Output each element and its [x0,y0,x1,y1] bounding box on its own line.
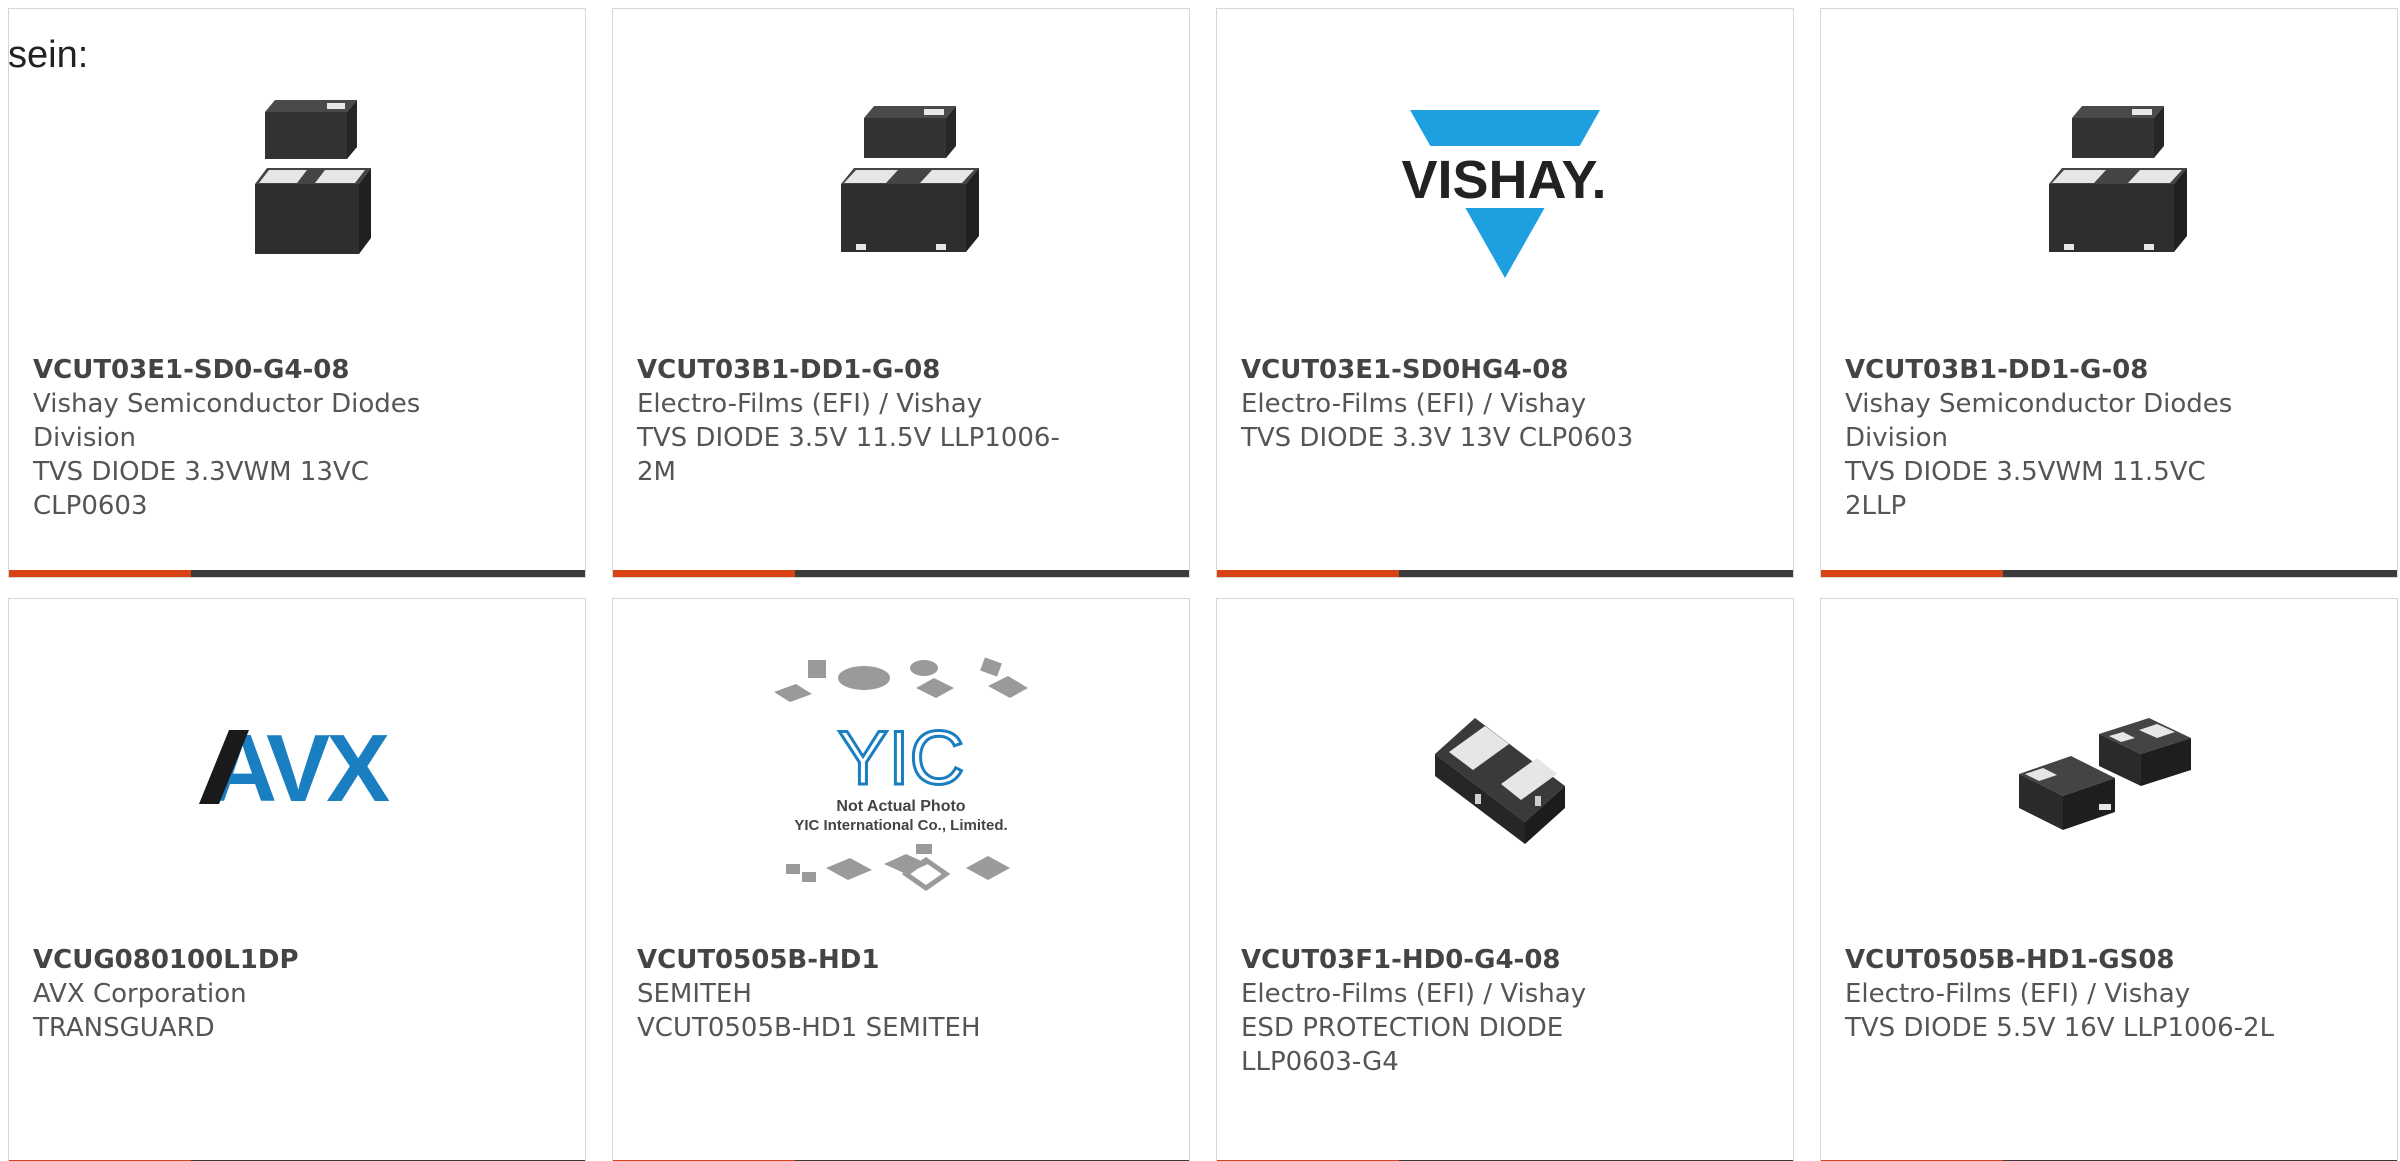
card-accent-bar [9,570,585,577]
product-info: VCUT03B1-DD1-G-08 Vishay Semiconductor D… [1845,353,2275,523]
part-number[interactable]: VCUT0505B-HD1-GS08 [1845,943,2275,977]
product-info: VCUT03F1-HD0-G4-08 Electro-Films (EFI) /… [1241,943,1671,1079]
product-description: TVS DIODE 3.5VWM 11.5VC 2LLP [1845,457,2206,521]
product-card[interactable]: VCUT0505B-HD1-GS08 Electro-Films (EFI) /… [1820,598,2398,1161]
part-number[interactable]: VCUT0505B-HD1 [637,943,1067,977]
product-description: TVS DIODE 3.3VWM 13VC CLP0603 [33,457,369,521]
product-grid-page: sein: VCUT03E1-SD0-G4-08 Vishay Semicond… [0,0,2400,1161]
product-description: TRANSGUARD [33,1013,215,1043]
product-card[interactable]: VCUT03B1-DD1-G-08 Vishay Semiconductor D… [1820,8,2398,578]
manufacturer: Vishay Semiconductor Diodes Division [33,389,421,453]
product-description: TVS DIODE 3.5V 11.5V LLP1006-2M [637,423,1060,487]
product-card[interactable]: VCUT03B1-DD1-G-08 Electro-Films (EFI) / … [612,8,1190,578]
product-image [9,69,585,299]
yic-placeholder-icon: YIC Not Actual Photo YIC International C… [774,657,1028,892]
manufacturer: Electro-Films (EFI) / Vishay [1241,389,1587,419]
manufacturer: Electro-Films (EFI) / Vishay [1845,979,2191,1009]
product-description: ESD PROTECTION DIODE LLP0603-G4 [1241,1013,1564,1077]
dual-chip-icon [841,106,979,252]
card-accent-bar [1821,570,2397,577]
vishay-logo: VISHAY. [1400,110,1610,278]
part-number[interactable]: VCUT03E1-SD0HG4-08 [1241,353,1671,387]
product-image [1821,69,2397,299]
product-card[interactable]: VCUT03E1-SD0-G4-08 Vishay Semiconductor … [8,8,586,578]
manufacturer: Electro-Films (EFI) / Vishay [1241,979,1587,1009]
product-info: VCUT03E1-SD0-G4-08 Vishay Semiconductor … [33,353,463,523]
dual-chip-icon [255,100,371,254]
manufacturer: AVX Corporation [33,979,247,1009]
svg-text:YIC International Co., Limited: YIC International Co., Limited. [794,817,1007,834]
two-chips-icon [2019,718,2191,830]
product-info: VCUT0505B-HD1-GS08 Electro-Films (EFI) /… [1845,943,2275,1045]
manufacturer: SEMITEH [637,979,752,1009]
part-number[interactable]: VCUT03B1-DD1-G-08 [1845,353,2275,387]
dual-chip-icon [2049,106,2187,252]
product-image: VISHAY. [1217,69,1793,299]
part-number[interactable]: VCUT03F1-HD0-G4-08 [1241,943,1671,977]
card-accent-bar [613,570,1189,577]
part-number[interactable]: VCUT03B1-DD1-G-08 [637,353,1067,387]
svg-text:YIC: YIC [838,716,965,801]
intro-text: sein: [8,34,89,76]
product-image [1217,659,1793,889]
product-image: YIC Not Actual Photo YIC International C… [613,657,1189,892]
product-info: VCUG080100L1DP AVX Corporation TRANSGUAR… [33,943,463,1045]
part-number[interactable]: VCUT03E1-SD0-G4-08 [33,353,463,387]
product-description: VCUT0505B-HD1 SEMITEH [637,1013,981,1043]
product-card[interactable]: VISHAY. VCUT03E1-SD0HG4-08 Electro-Films… [1216,8,1794,578]
product-image [1821,659,2397,889]
svg-text:VISHAY.: VISHAY. [1401,150,1606,210]
svg-text:Not Actual Photo: Not Actual Photo [836,798,965,815]
product-info: VCUT03E1-SD0HG4-08 Electro-Films (EFI) /… [1241,353,1671,455]
part-number[interactable]: VCUG080100L1DP [33,943,463,977]
product-card[interactable]: VCUT03F1-HD0-G4-08 Electro-Films (EFI) /… [1216,598,1794,1161]
manufacturer: Vishay Semiconductor Diodes Division [1845,389,2233,453]
product-description: TVS DIODE 5.5V 16V LLP1006-2L [1845,1013,2275,1043]
card-accent-bar [1217,570,1793,577]
single-chip-icon [1435,718,1565,844]
product-info: VCUT03B1-DD1-G-08 Electro-Films (EFI) / … [637,353,1067,489]
avx-logo: AVX [199,715,394,822]
manufacturer: Electro-Films (EFI) / Vishay [637,389,983,419]
product-card[interactable]: YIC Not Actual Photo YIC International C… [612,598,1190,1161]
product-card[interactable]: AVX VCUG080100L1DP AVX Corporation TRANS… [8,598,586,1161]
product-info: VCUT0505B-HD1 SEMITEH VCUT0505B-HD1 SEMI… [637,943,1067,1045]
product-image [613,69,1189,299]
product-image: AVX [9,659,585,889]
product-description: TVS DIODE 3.3V 13V CLP0603 [1241,423,1634,453]
